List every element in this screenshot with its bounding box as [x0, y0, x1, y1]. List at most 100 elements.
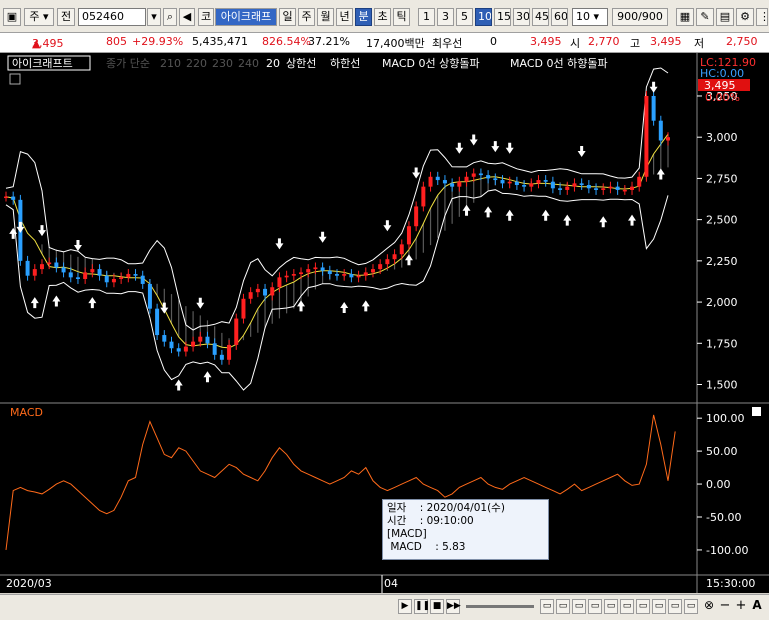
upper-band-line	[5, 67, 669, 331]
period-tab-2[interactable]: 월	[317, 8, 334, 26]
down-arrow-10	[469, 134, 478, 146]
chart-settings-icon[interactable]	[9, 73, 21, 85]
zoom-h-icon[interactable]: ▭	[652, 599, 666, 614]
period-tab-6[interactable]: 틱	[393, 8, 410, 26]
code-dropdown-icon[interactable]: ▾	[147, 8, 161, 26]
zoom-j-icon[interactable]: ▭	[684, 599, 698, 614]
zoom-f-icon[interactable]: ▭	[620, 599, 634, 614]
legend-lower-band: 하한선	[330, 56, 360, 70]
stop-icon[interactable]: ■	[430, 599, 444, 614]
macd-label: MACD	[10, 406, 43, 419]
zoom-i-icon[interactable]: ▭	[668, 599, 682, 614]
zoom-in-icon[interactable]: +	[734, 599, 748, 614]
window-menu-icon[interactable]: ▣	[3, 8, 21, 26]
search-icon[interactable]: ⌕	[163, 8, 177, 26]
price-tick-label-5: 2,000	[706, 296, 738, 309]
interval-tab-5[interactable]: 5	[456, 8, 473, 26]
stock-name-display[interactable]: 아이크래프	[215, 8, 277, 26]
stock-code-value: 052460	[82, 10, 124, 23]
zoom-e-icon[interactable]: ▭	[604, 599, 618, 614]
candle-body-12	[90, 269, 95, 273]
auto-scale-icon[interactable]: A	[750, 599, 764, 614]
market-select-value: 주	[29, 10, 40, 23]
scroll-track[interactable]	[466, 605, 534, 608]
zoom-out-icon[interactable]: −	[718, 599, 732, 614]
reset-icon[interactable]: ⊗	[702, 599, 716, 614]
quote-high-label: 고	[630, 37, 641, 50]
candle-body-69	[500, 180, 505, 184]
period-tab-4[interactable]: 분	[355, 8, 372, 26]
candle-body-61	[442, 180, 447, 184]
candle-body-89	[644, 95, 649, 177]
legend-stock-name: 아이크래프트	[12, 57, 73, 70]
up-arrow-10	[462, 204, 471, 216]
macd-ticks: 100.00 50.00 0.00 -50.00 -100.00	[697, 412, 748, 557]
zoom-c-icon[interactable]: ▭	[572, 599, 586, 614]
candle-body-55	[399, 244, 404, 255]
candle-body-26	[191, 341, 196, 347]
interval-tab-10[interactable]: 10	[475, 8, 492, 26]
period-tab-0[interactable]: 일	[279, 8, 296, 26]
macd-tick-label-0: 100.00	[706, 412, 745, 425]
macd-tick-label-3: -50.00	[706, 511, 741, 524]
more-icon[interactable]: ⋮	[756, 8, 768, 26]
draw-tool-icon[interactable]: ✎	[696, 8, 714, 26]
candle-body-90	[651, 95, 656, 121]
gear-icon[interactable]: ⚙	[736, 8, 754, 26]
signal-arrows	[9, 81, 665, 391]
play-icon[interactable]: ▶	[398, 599, 412, 614]
up-arrow-icon: ▲	[32, 37, 41, 50]
count-display[interactable]: 900/900	[612, 8, 668, 26]
interval-tab-30[interactable]: 30	[513, 8, 530, 26]
market2-button[interactable]: 코	[198, 8, 214, 26]
interval-tab-45[interactable]: 45	[532, 8, 549, 26]
period-tab-1[interactable]: 주	[298, 8, 315, 26]
candle-body-29	[212, 343, 217, 355]
interval-input[interactable]: 10 ▾	[572, 8, 608, 26]
quote-open-label: 시	[570, 37, 581, 50]
candle-body-87	[630, 186, 635, 190]
quote-change-pct: +29.93%	[132, 35, 184, 48]
candle-body-23	[169, 341, 174, 349]
candle-body-0	[4, 196, 8, 199]
candle-body-31	[227, 344, 232, 360]
layout-grid-icon[interactable]: ▦	[676, 8, 694, 26]
zoom-g-icon[interactable]: ▭	[636, 599, 650, 614]
candle-body-88	[637, 176, 642, 187]
candle-body-24	[176, 348, 181, 352]
candle-body-9	[68, 272, 73, 278]
stock-code-input[interactable]: 052460	[78, 8, 146, 26]
interval-tab-60[interactable]: 60	[551, 8, 568, 26]
save-icon[interactable]: ▤	[716, 8, 734, 26]
candle-body-83	[601, 188, 606, 190]
price-ticks: 3,2503,0002,7502,5002,2502,0001,7501,500	[697, 90, 738, 392]
candle-body-19	[140, 275, 145, 284]
pct-label: 0.00%	[705, 91, 740, 104]
interval-tab-1[interactable]: 1	[418, 8, 435, 26]
pause-icon[interactable]: ❚❚	[414, 599, 430, 614]
candles	[4, 91, 670, 365]
prev-button[interactable]: 전	[57, 8, 75, 26]
quote-turnover: 37.21%	[308, 35, 350, 48]
up-arrow-9	[404, 254, 413, 266]
zoom-b-icon[interactable]: ▭	[556, 599, 570, 614]
candle-body-22	[162, 335, 167, 342]
candle-body-52	[378, 264, 383, 270]
period-tab-5[interactable]: 초	[374, 8, 391, 26]
up-arrow-12	[505, 209, 514, 221]
interval-tab-15[interactable]: 15	[494, 8, 511, 26]
period-tab-3[interactable]: 년	[336, 8, 353, 26]
interval-tab-3[interactable]: 3	[437, 8, 454, 26]
legend-ma-230: 230	[212, 57, 233, 70]
speaker-icon[interactable]: ◀	[179, 8, 195, 26]
price-tick-label-4: 2,250	[706, 255, 738, 268]
candle-body-58	[421, 186, 426, 207]
zoom-d-icon[interactable]: ▭	[588, 599, 602, 614]
macd-close-icon[interactable]	[752, 407, 761, 416]
toolbar: ▣ 주 ▾ 전 052460 ▾ ⌕ ◀ 코 아이크래프 10 ▾ 900/90…	[0, 0, 769, 33]
fast-forward-icon[interactable]: ▶▶	[446, 599, 461, 614]
market-select[interactable]: 주 ▾	[24, 8, 54, 26]
price-tick-label-1: 3,000	[706, 131, 738, 144]
price-tick-label-7: 1,500	[706, 379, 738, 392]
zoom-a-icon[interactable]: ▭	[540, 599, 554, 614]
